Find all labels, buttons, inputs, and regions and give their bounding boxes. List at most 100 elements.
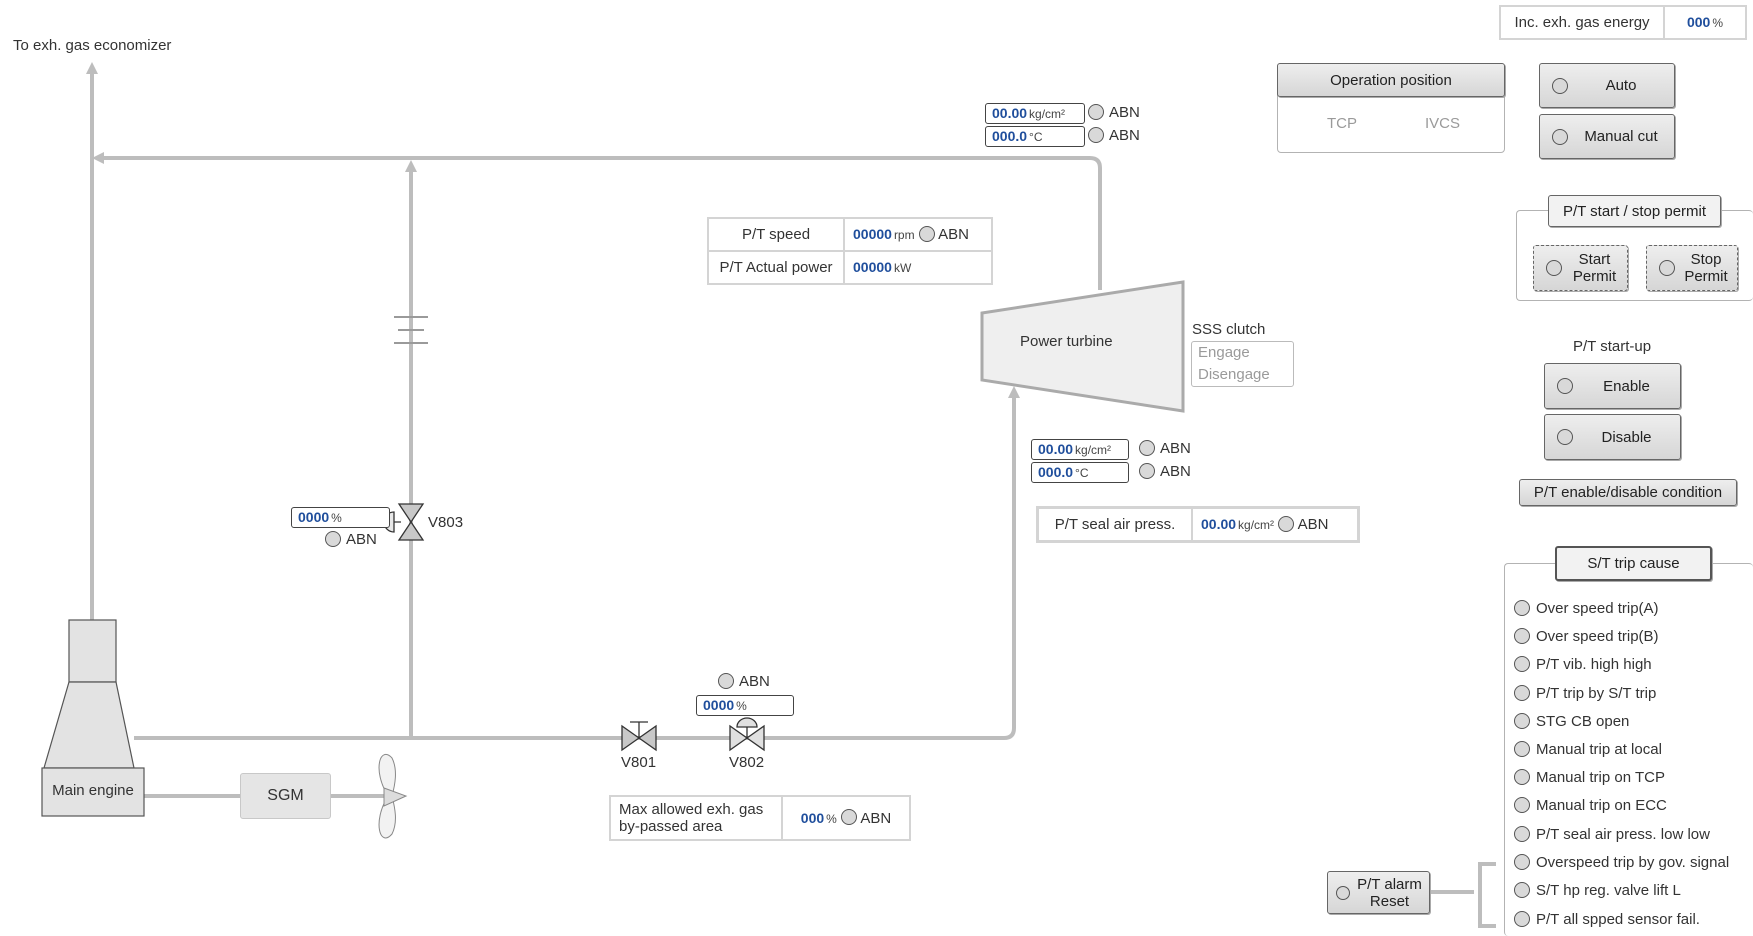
- trip-cause-label: S/T hp reg. valve lift L: [1536, 882, 1681, 899]
- trip-cause-label: P/T all spped sensor fail.: [1536, 911, 1700, 928]
- pt-speed-label: P/T speed: [707, 217, 845, 252]
- operation-position-title: Operation position: [1277, 63, 1505, 97]
- trip-lamp-icon: [1514, 599, 1530, 616]
- trip-cause-label: Over speed trip(B): [1536, 628, 1659, 645]
- manual-cut-button[interactable]: Manual cut: [1539, 114, 1675, 159]
- to-economizer-label: To exh. gas economizer: [13, 37, 172, 54]
- inc-energy-table: Inc. exh. gas energy 000%: [1499, 5, 1747, 40]
- enable-button[interactable]: Enable: [1544, 363, 1681, 409]
- turbine-inlet-pressure-abn: ABN: [1139, 439, 1191, 458]
- trip-lamp-icon: [1514, 796, 1530, 813]
- sss-clutch-title: SSS clutch: [1192, 321, 1266, 338]
- seal-air-label: P/T seal air press.: [1036, 506, 1193, 543]
- table-row: P/T seal air press. 00.00 kg/cm² ABN: [1036, 506, 1360, 543]
- stop-permit-lamp-icon: [1659, 260, 1675, 276]
- disable-lamp-icon: [1557, 429, 1573, 445]
- v802-abn: ABN: [718, 672, 770, 691]
- table-row: Inc. exh. gas energy 000%: [1499, 5, 1747, 40]
- top-temperature-field: 000.0 °C: [985, 126, 1085, 147]
- trip-cause-item: Manual trip on TCP: [1514, 768, 1665, 786]
- enable-lamp-icon: [1557, 378, 1573, 394]
- trip-cause-label: Overspeed trip by gov. signal: [1536, 854, 1730, 871]
- trip-cause-item: Manual trip on ECC: [1514, 796, 1667, 814]
- trip-cause-item: P/T all spped sensor fail.: [1514, 910, 1700, 928]
- sgm-label: SGM: [267, 787, 304, 804]
- trip-lamp-icon: [1514, 853, 1530, 870]
- enable-disable-condition-button[interactable]: P/T enable/disable condition: [1519, 479, 1737, 506]
- disable-button[interactable]: Disable: [1544, 414, 1681, 460]
- main-engine-label: Main engine: [52, 782, 134, 799]
- pt-speed-power-table: P/T speed 00000 rpm ABN P/T Actual power …: [707, 217, 993, 285]
- v803-position-field: 0000%: [291, 507, 390, 528]
- trip-cause-item: P/T trip by S/T trip: [1514, 684, 1657, 702]
- trip-cause-label: Manual trip at local: [1536, 741, 1662, 758]
- turbine-inlet-pressure-field: 00.00 kg/cm²: [1031, 439, 1129, 460]
- abn-lamp-icon: [1139, 439, 1155, 456]
- start-permit-lamp-icon: [1546, 260, 1562, 276]
- start-permit-button[interactable]: Start Permit: [1533, 245, 1628, 291]
- turbine-inlet-temperature-field: 000.0 °C: [1031, 462, 1129, 483]
- stop-permit-button[interactable]: Stop Permit: [1646, 245, 1738, 291]
- trip-cause-label: P/T trip by S/T trip: [1536, 685, 1657, 702]
- trip-lamp-icon: [1514, 712, 1530, 729]
- alarm-reset-lamp-icon: [1336, 885, 1350, 900]
- trip-cause-label: STG CB open: [1536, 713, 1630, 730]
- trip-cause-label: Manual trip on ECC: [1536, 797, 1667, 814]
- seal-air-cell: 00.00 kg/cm² ABN: [1191, 506, 1360, 543]
- trip-lamp-icon: [1514, 684, 1530, 701]
- inc-energy-label: Inc. exh. gas energy: [1499, 5, 1665, 40]
- disengage-option[interactable]: Disengage: [1198, 364, 1293, 386]
- trip-lamp-icon: [1514, 655, 1530, 672]
- trip-cause-label: P/T seal air press. low low: [1536, 826, 1710, 843]
- trip-lamp-icon: [1514, 881, 1530, 898]
- auto-button[interactable]: Auto: [1539, 63, 1675, 108]
- trip-cause-label: Manual trip on TCP: [1536, 769, 1665, 786]
- trip-lamp-icon: [1514, 825, 1530, 842]
- trip-lamp-icon: [1514, 910, 1530, 927]
- inc-energy-cell: 000%: [1663, 5, 1747, 40]
- engage-option[interactable]: Engage: [1198, 342, 1293, 364]
- sss-clutch-box: Engage Disengage: [1191, 341, 1294, 387]
- abn-lamp-icon: [718, 672, 734, 689]
- trip-cause-item: STG CB open: [1514, 712, 1630, 730]
- abn-lamp-icon: [841, 809, 857, 826]
- trip-lamp-icon: [1514, 627, 1530, 644]
- table-row: Max allowed exh. gas by-passed area 000% …: [609, 795, 911, 841]
- trip-cause-item: P/T seal air press. low low: [1514, 825, 1710, 843]
- manual-cut-lamp-icon: [1552, 128, 1568, 145]
- pt-power-cell: 00000 kW: [843, 250, 993, 285]
- tcp-option[interactable]: TCP: [1327, 115, 1357, 132]
- table-row: P/T speed 00000 rpm ABN: [707, 217, 993, 252]
- ivcs-option[interactable]: IVCS: [1425, 115, 1460, 132]
- trip-cause-item: P/T vib. high high: [1514, 655, 1652, 673]
- sgm-box[interactable]: SGM: [240, 773, 331, 819]
- trip-lamp-icon: [1514, 768, 1530, 785]
- alarm-reset-button[interactable]: P/T alarm Reset: [1327, 871, 1430, 914]
- trip-cause-item: Manual trip at local: [1514, 740, 1662, 758]
- trip-cause-item: Overspeed trip by gov. signal: [1514, 853, 1730, 871]
- auto-lamp-icon: [1552, 77, 1568, 94]
- abn-lamp-icon: [1088, 103, 1104, 120]
- bypass-label: Max allowed exh. gas by-passed area: [609, 795, 783, 841]
- abn-lamp-icon: [918, 225, 935, 242]
- abn-lamp-icon: [1278, 515, 1295, 532]
- v803-label[interactable]: V803: [428, 514, 463, 531]
- v802-position-field: 0000%: [696, 695, 794, 716]
- pt-power-label: P/T Actual power: [707, 250, 845, 285]
- power-turbine-label: Power turbine: [1020, 333, 1113, 350]
- trip-cause-label: Over speed trip(A): [1536, 600, 1659, 617]
- table-row: P/T Actual power 00000 kW: [707, 250, 993, 285]
- startup-title: P/T start-up: [1573, 338, 1652, 355]
- trip-lamp-icon: [1514, 740, 1530, 757]
- v801-label[interactable]: V801: [621, 754, 656, 771]
- v803-abn: ABN: [325, 530, 377, 549]
- turbine-inlet-temperature-abn: ABN: [1139, 462, 1191, 481]
- abn-lamp-icon: [1139, 462, 1155, 479]
- v802-label[interactable]: V802: [729, 754, 764, 771]
- abn-lamp-icon: [1088, 126, 1104, 143]
- trip-cause-title: S/T trip cause: [1555, 546, 1712, 581]
- valve-v801-symbol: [621, 721, 657, 752]
- trip-cause-label: P/T vib. high high: [1536, 656, 1652, 673]
- seal-air-table: P/T seal air press. 00.00 kg/cm² ABN: [1036, 506, 1360, 543]
- valve-v802-symbol: [729, 717, 765, 752]
